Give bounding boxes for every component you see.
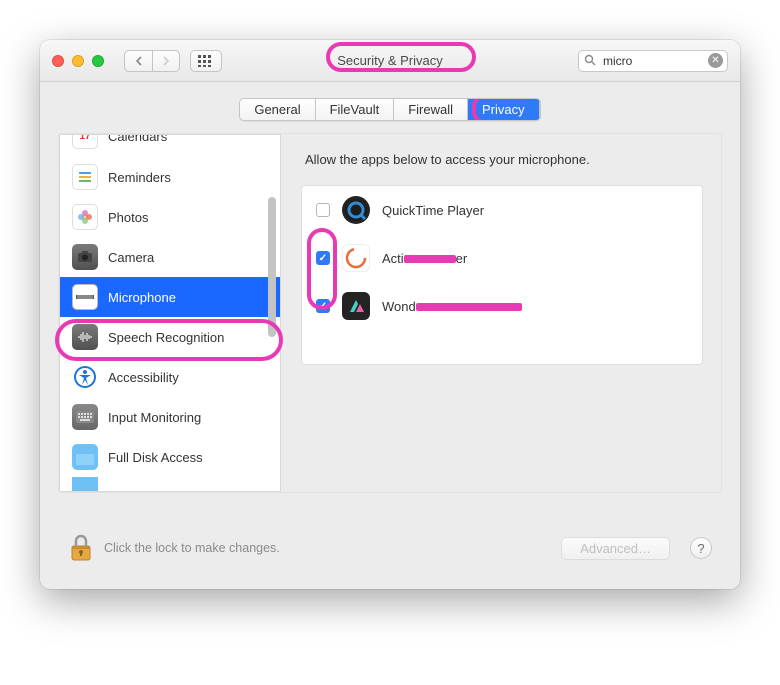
advanced-button[interactable]: Advanced… (561, 537, 670, 560)
camera-icon (72, 244, 98, 270)
app-row-filmora: Wond (302, 282, 702, 330)
folder-icon (72, 477, 98, 491)
zoom-window-button[interactable] (92, 55, 104, 67)
window-title: Security & Privacy (337, 53, 442, 68)
permission-checkbox[interactable] (316, 251, 330, 265)
tab-general[interactable]: General (240, 99, 315, 120)
titlebar: Security & Privacy ✕ (40, 40, 740, 82)
close-window-button[interactable] (52, 55, 64, 67)
sidebar-item-label: Accessibility (108, 370, 179, 385)
sidebar-item-label: Microphone (108, 290, 176, 305)
photos-icon (72, 204, 98, 230)
filmora-icon (342, 292, 370, 320)
permission-hint: Allow the apps below to access your micr… (305, 152, 703, 167)
nav-back-forward (124, 50, 180, 72)
sidebar-item-microphone[interactable]: Microphone (60, 277, 280, 317)
help-button[interactable]: ? (690, 537, 712, 559)
folder-icon (72, 444, 98, 470)
calendar-icon: 17 (72, 134, 98, 149)
show-all-button[interactable] (190, 50, 222, 72)
accessibility-icon (72, 364, 98, 390)
search-input[interactable] (578, 50, 728, 72)
app-permissions-area: Allow the apps below to access your micr… (301, 134, 721, 492)
app-name: Wond (382, 299, 522, 314)
app-permission-list: QuickTime Player Actier (301, 185, 703, 365)
tab-filevault[interactable]: FileVault (316, 99, 395, 120)
sidebar-item-label: Photos (108, 210, 148, 225)
sidebar-item-input-monitoring[interactable]: Input Monitoring (60, 397, 280, 437)
microphone-icon (72, 284, 98, 310)
sidebar-item-camera[interactable]: Camera (60, 237, 280, 277)
app-name: QuickTime Player (382, 203, 484, 218)
activepresenter-icon (342, 244, 370, 272)
app-row-activepresenter: Actier (302, 234, 702, 282)
quicktime-icon (342, 196, 370, 224)
tab-privacy[interactable]: Privacy (468, 99, 540, 120)
privacy-category-sidebar[interactable]: 17 Calendars Reminders (59, 134, 281, 492)
sidebar-item-photos[interactable]: Photos (60, 197, 280, 237)
search-icon (584, 54, 596, 66)
lock-hint: Click the lock to make changes. (104, 541, 280, 555)
permission-checkbox[interactable] (316, 203, 330, 217)
sidebar-scrollbar[interactable] (264, 137, 278, 489)
tab-bar: General FileVault Firewall Privacy (40, 82, 740, 133)
forward-button[interactable] (152, 50, 180, 72)
sidebar-item-accessibility[interactable]: Accessibility (60, 357, 280, 397)
speech-icon (72, 324, 98, 350)
sidebar-item-truncated[interactable] (60, 477, 280, 491)
lock-icon[interactable] (68, 533, 94, 563)
minimize-window-button[interactable] (72, 55, 84, 67)
sidebar-item-full-disk-access[interactable]: Full Disk Access (60, 437, 280, 477)
preferences-window: Security & Privacy ✕ General FileVault F… (40, 40, 740, 589)
sidebar-item-reminders[interactable]: Reminders (60, 157, 280, 197)
app-name: Actier (382, 251, 467, 266)
sidebar-item-label: Reminders (108, 170, 171, 185)
app-row-quicktime: QuickTime Player (302, 186, 702, 234)
clear-search-button[interactable]: ✕ (708, 53, 723, 68)
sidebar-item-label: Camera (108, 250, 154, 265)
window-controls (52, 55, 104, 67)
reminders-icon (72, 164, 98, 190)
keyboard-icon (72, 404, 98, 430)
privacy-panel: 17 Calendars Reminders (58, 133, 722, 493)
window-footer: Click the lock to make changes. Advanced… (40, 511, 740, 589)
tab-firewall[interactable]: Firewall (394, 99, 468, 120)
sidebar-item-calendars[interactable]: 17 Calendars (60, 134, 280, 157)
sidebar-item-speech-recognition[interactable]: Speech Recognition (60, 317, 280, 357)
permission-checkbox[interactable] (316, 299, 330, 313)
sidebar-item-label: Full Disk Access (108, 450, 203, 465)
search-field-wrap: ✕ (578, 50, 728, 72)
sidebar-item-label: Input Monitoring (108, 410, 201, 425)
back-button[interactable] (124, 50, 152, 72)
sidebar-item-label: Speech Recognition (108, 330, 224, 345)
sidebar-item-label: Calendars (108, 134, 167, 144)
